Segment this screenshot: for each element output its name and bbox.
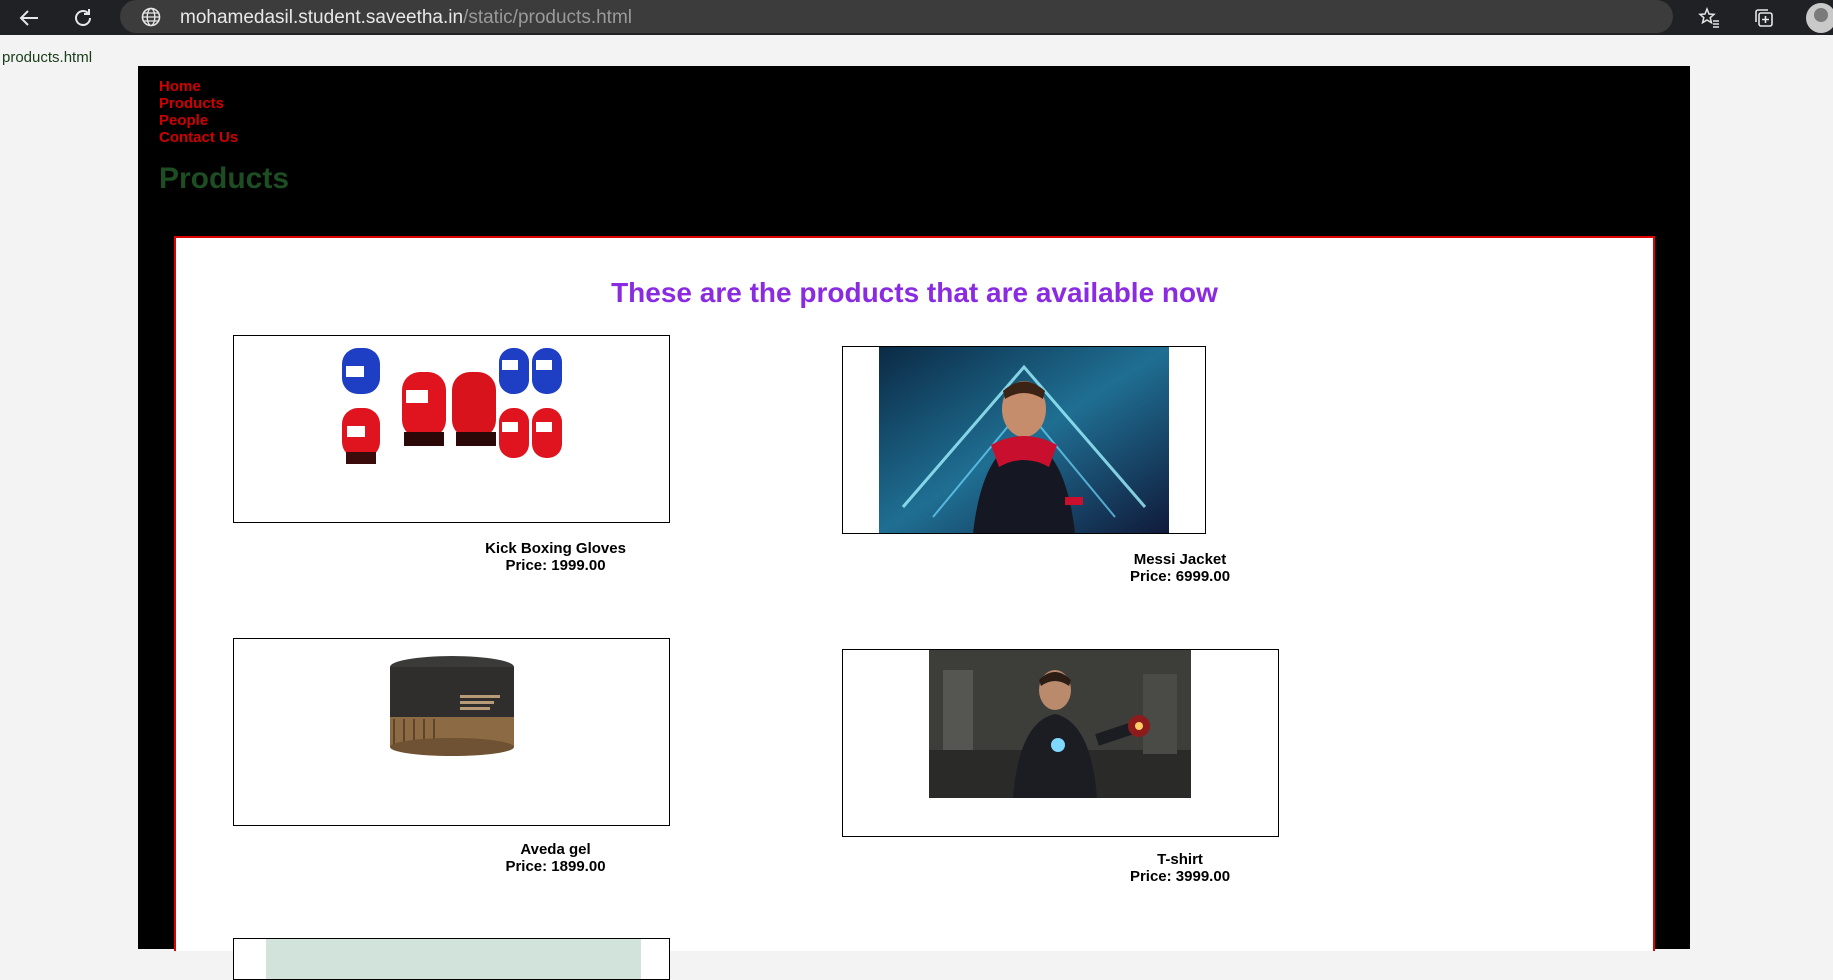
aveda-gel-jar-image	[389, 656, 515, 759]
messi-jacket-image	[879, 347, 1169, 533]
browser-toolbar: mohamedasil.student.saveetha.in/static/p…	[0, 0, 1833, 35]
product-name: Aveda gel	[520, 841, 591, 858]
product-caption: Kick Boxing Gloves Price: 1999.00	[233, 540, 878, 574]
product-image-t-shirt[interactable]	[842, 649, 1279, 837]
nav-link-contact-us[interactable]: Contact Us	[159, 129, 238, 146]
product-price: Price: 1999.00	[505, 557, 606, 574]
product-image-kick-boxing-gloves[interactable]	[233, 335, 670, 523]
back-arrow-icon	[19, 10, 38, 26]
product-name: Messi Jacket	[1133, 551, 1227, 568]
nav-link-people[interactable]: People	[159, 112, 238, 129]
page-filename: products.html	[2, 49, 93, 66]
page-container: Home Products People Contact Us Products…	[138, 66, 1690, 980]
url-path: /static/products.html	[463, 7, 633, 28]
favorites-button[interactable]	[1695, 4, 1723, 32]
product-caption: Messi Jacket Price: 6999.00	[842, 551, 1518, 585]
product-image-aveda-gel[interactable]	[233, 638, 670, 826]
boxing-gloves-image	[342, 348, 562, 464]
collections-button[interactable]	[1750, 4, 1778, 32]
nav-link-products[interactable]: Products	[159, 95, 238, 112]
product-image-partial[interactable]	[233, 938, 670, 980]
product-name: Kick Boxing Gloves	[485, 540, 626, 557]
page-title: Products	[159, 162, 290, 195]
product-caption: T-shirt Price: 3999.00	[842, 851, 1518, 885]
address-bar[interactable]: mohamedasil.student.saveetha.in/static/p…	[120, 0, 1673, 33]
profile-avatar[interactable]	[1806, 3, 1833, 33]
product-caption: Aveda gel Price: 1899.00	[233, 841, 878, 875]
nav-link-home[interactable]: Home	[159, 78, 238, 95]
product-price: Price: 3999.00	[1129, 868, 1231, 885]
products-panel: These are the products that are availabl…	[174, 236, 1655, 980]
collections-icon	[1755, 9, 1773, 27]
product-price: Price: 6999.00	[1129, 568, 1231, 585]
star-list-icon	[1698, 7, 1719, 28]
back-button[interactable]	[14, 3, 44, 33]
product-price: Price: 1899.00	[505, 858, 606, 875]
main-nav: Home Products People Contact Us	[159, 78, 238, 146]
product-image-messi-jacket[interactable]	[842, 346, 1206, 534]
product-name: T-shirt	[1157, 851, 1203, 868]
product-image-placeholder	[266, 939, 641, 979]
url-host: mohamedasil.student.saveetha.in	[180, 7, 464, 28]
t-shirt-image	[929, 650, 1191, 798]
reload-icon	[75, 9, 91, 26]
globe-icon	[140, 6, 162, 28]
products-panel-title: These are the products that are availabl…	[611, 277, 1218, 308]
reload-button[interactable]	[68, 3, 98, 33]
url-text: mohamedasil.student.saveetha.in/static/p…	[180, 7, 632, 29]
